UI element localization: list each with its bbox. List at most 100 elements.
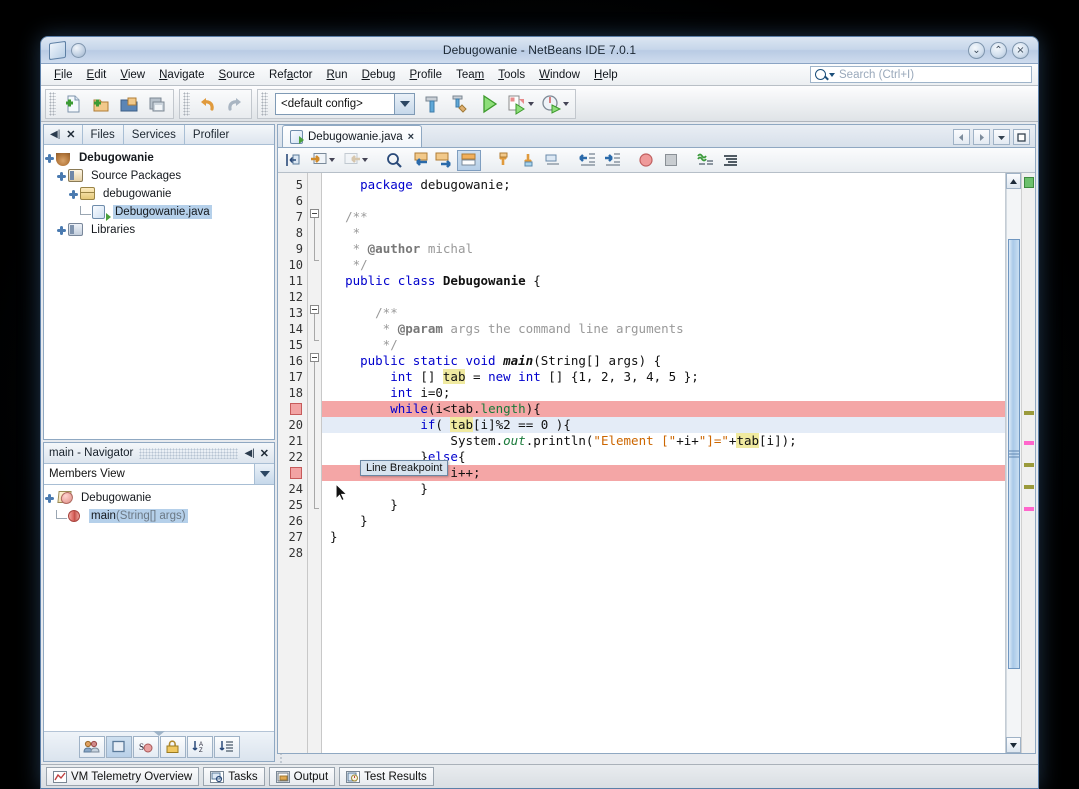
right-panel-collapsed-strip[interactable] — [277, 754, 285, 762]
line-number[interactable]: 7 — [278, 209, 307, 225]
code-line[interactable]: * @author michal — [322, 241, 1005, 257]
tree-node-source-packages[interactable]: Source Packages — [44, 167, 274, 185]
line-number[interactable]: 12 — [278, 289, 307, 305]
error-stripe[interactable] — [1021, 173, 1035, 753]
stripe-marker[interactable] — [1024, 485, 1034, 489]
menu-help[interactable]: Help — [587, 67, 625, 83]
forward-button[interactable] — [340, 150, 364, 171]
minimize-window-icon[interactable]: ◀| — [244, 448, 254, 459]
stop-macro-recording-button[interactable] — [659, 150, 683, 171]
code-line[interactable]: * — [322, 225, 1005, 241]
scroll-down-button[interactable] — [1006, 737, 1021, 753]
menu-refactor[interactable]: Refactor — [262, 67, 319, 83]
shift-left-button[interactable] — [575, 150, 599, 171]
status-tab-test-results[interactable]: Test Results — [339, 767, 434, 786]
menu-edit[interactable]: Edit — [80, 67, 114, 83]
code-line[interactable]: } — [322, 481, 1005, 497]
line-number[interactable]: 17 — [278, 369, 307, 385]
back-button[interactable] — [307, 150, 331, 171]
stripe-marker[interactable] — [1024, 441, 1034, 445]
show-inherited-members-button[interactable] — [79, 736, 105, 758]
next-bookmark-button[interactable] — [516, 150, 540, 171]
search-input[interactable]: Search (Ctrl+I) — [810, 66, 1032, 83]
line-number[interactable]: 24 — [278, 481, 307, 497]
show-fields-button[interactable] — [106, 736, 132, 758]
menu-debug[interactable]: Debug — [355, 67, 403, 83]
project-config-combo[interactable]: <default config> — [275, 93, 415, 115]
find-next-button[interactable] — [432, 150, 456, 171]
line-number[interactable]: 25 — [278, 497, 307, 513]
clean-and-build-button[interactable] — [447, 91, 475, 117]
find-previous-button[interactable] — [407, 150, 431, 171]
line-number[interactable]: 15 — [278, 337, 307, 353]
scrollbar-track[interactable] — [1006, 189, 1021, 737]
new-file-button[interactable] — [59, 91, 87, 117]
tab-profiler[interactable]: Profiler — [184, 125, 237, 144]
editor-tab-debugowanie-java[interactable]: Debugowanie.java × — [282, 125, 422, 147]
find-selection-button[interactable] — [382, 150, 406, 171]
code-editor-area[interactable]: 567891011121314151617182021222425262728 — [278, 173, 1035, 753]
tab-files[interactable]: Files — [82, 125, 123, 144]
undo-button[interactable] — [193, 91, 221, 117]
previous-bookmark-button[interactable] — [491, 150, 515, 171]
fold-toggle-icon[interactable] — [310, 305, 319, 314]
line-number[interactable]: 20 — [278, 417, 307, 433]
menu-view[interactable]: View — [113, 67, 152, 83]
sort-by-source-button[interactable] — [214, 736, 240, 758]
tree-node-libraries[interactable]: Libraries — [44, 221, 274, 239]
project-config-dropdown-button[interactable] — [394, 94, 414, 114]
stripe-marker[interactable] — [1024, 463, 1034, 467]
menu-tools[interactable]: Tools — [491, 67, 532, 83]
minimize-window-icon[interactable]: ◀| — [50, 129, 60, 140]
navigator-node-method[interactable]: main(String[] args) — [44, 507, 274, 525]
scroll-tabs-right-button[interactable] — [973, 129, 990, 145]
splitter-handle-icon[interactable] — [153, 731, 165, 736]
scroll-tabs-left-button[interactable] — [953, 129, 970, 145]
code-line[interactable]: public static void main(String[] args) { — [322, 353, 1005, 369]
tree-node-debugowanie[interactable]: Debugowanie — [44, 149, 274, 167]
code-line[interactable] — [322, 193, 1005, 209]
code-line[interactable]: while(i<tab.length){ — [322, 401, 1005, 417]
line-number-gutter[interactable]: 567891011121314151617182021222425262728 — [278, 173, 308, 753]
line-number[interactable]: 28 — [278, 545, 307, 561]
editor-vertical-scrollbar[interactable] — [1005, 173, 1021, 753]
navigator-view-combo[interactable]: Members View — [44, 464, 274, 485]
toggle-non-printable-characters-button[interactable] — [718, 150, 742, 171]
line-number[interactable]: 6 — [278, 193, 307, 209]
scroll-up-button[interactable] — [1006, 173, 1021, 189]
code-line[interactable]: public class Debugowanie { — [322, 273, 1005, 289]
stripe-marker[interactable] — [1024, 411, 1034, 415]
code-line[interactable]: */ — [322, 257, 1005, 273]
line-number[interactable]: 9 — [278, 241, 307, 257]
code-line[interactable]: package debugowanie; — [322, 177, 1005, 193]
code-line[interactable]: } — [322, 497, 1005, 513]
tab-services[interactable]: Services — [123, 125, 184, 144]
save-all-button[interactable] — [143, 91, 171, 117]
expand-handle-icon[interactable] — [44, 493, 55, 504]
fold-toggle-icon[interactable] — [310, 353, 319, 362]
code-line[interactable]: if( tab[i]%2 == 0 ){ — [322, 417, 1005, 433]
menu-navigate[interactable]: Navigate — [152, 67, 211, 83]
menu-source[interactable]: Source — [212, 67, 262, 83]
stripe-marker[interactable] — [1024, 507, 1034, 511]
navigator-view-dropdown-button[interactable] — [254, 464, 274, 484]
maximize-button[interactable]: ⌃ — [990, 42, 1007, 59]
code-line[interactable]: /** — [322, 209, 1005, 225]
tab-list-dropdown-button[interactable] — [993, 129, 1010, 145]
code-line[interactable]: } — [322, 529, 1005, 545]
menu-file[interactable]: File — [47, 67, 80, 83]
line-number[interactable]: 16 — [278, 353, 307, 369]
debug-project-button[interactable] — [503, 91, 531, 117]
status-tab-tasks[interactable]: Tasks — [203, 767, 264, 786]
code-line[interactable]: /** — [322, 305, 1005, 321]
expand-handle-icon[interactable] — [56, 171, 67, 182]
expand-handle-icon[interactable] — [68, 189, 79, 200]
line-number[interactable]: 22 — [278, 449, 307, 465]
show-static-members-button[interactable]: S — [133, 736, 159, 758]
line-number[interactable]: 11 — [278, 273, 307, 289]
line-number[interactable]: 27 — [278, 529, 307, 545]
line-number[interactable]: 14 — [278, 321, 307, 337]
code-line[interactable] — [322, 545, 1005, 561]
toolbar-grip[interactable] — [261, 92, 268, 116]
close-icon[interactable]: ✕ — [66, 128, 75, 141]
